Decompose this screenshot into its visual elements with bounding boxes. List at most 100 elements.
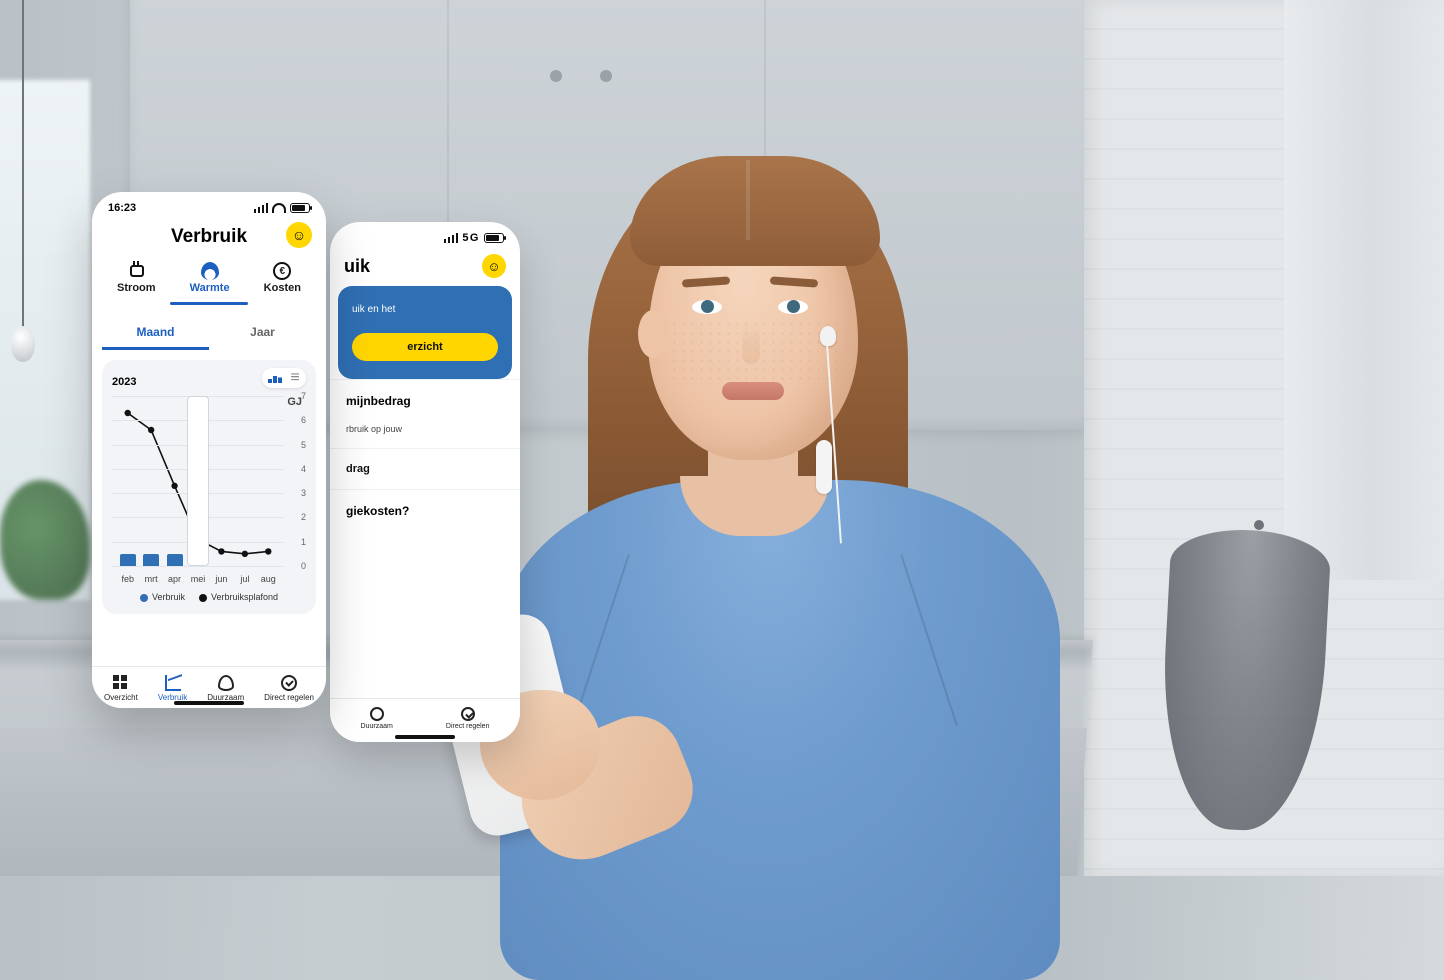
chart-view-list-option[interactable]: ≡ — [286, 369, 304, 387]
usage-chart[interactable]: 01234567febmrtaprmeijunjulaug — [112, 396, 306, 582]
line-point[interactable] — [218, 548, 224, 554]
bar-chart-icon — [268, 373, 282, 383]
person — [520, 130, 1040, 890]
nav-item-direct-regelen[interactable]: Direct regelen — [446, 707, 490, 730]
status-bar: 16:23 — [92, 192, 326, 224]
check-circle-icon — [461, 707, 475, 721]
legend-usage: Verbruik — [140, 592, 185, 602]
leaf-icon — [218, 675, 234, 691]
phone-mockups: 5G uik ☺ uik en het erzicht mijnbedrag r… — [92, 192, 452, 752]
plug-icon — [127, 262, 145, 280]
cabinet-handle — [600, 70, 612, 82]
nav-item-duurzaam[interactable]: Duurzaam — [361, 707, 393, 730]
promo-card: uik en het erzicht — [338, 286, 512, 379]
y-tick: 0 — [301, 561, 306, 571]
tab-kosten[interactable]: € Kosten — [258, 258, 307, 298]
line-point[interactable] — [265, 548, 271, 554]
lips — [722, 382, 784, 400]
legend-dot-icon — [140, 594, 148, 602]
eye — [692, 300, 722, 314]
eye — [778, 300, 808, 314]
usage-bar[interactable] — [120, 554, 136, 566]
status-time: 16:23 — [108, 202, 136, 214]
grid-icon — [113, 675, 129, 691]
line-point[interactable] — [125, 410, 131, 416]
cabinet-handle — [550, 70, 562, 82]
profile-avatar[interactable]: ☺ — [286, 222, 312, 248]
tab-stroom[interactable]: Stroom — [111, 258, 162, 298]
y-tick: 3 — [301, 488, 306, 498]
flame-icon — [201, 262, 219, 280]
section-heading: mijnbedrag — [330, 379, 520, 422]
page-title: Verbruik — [171, 226, 247, 248]
phone-mockup-back: 5G uik ☺ uik en het erzicht mijnbedrag r… — [330, 222, 520, 742]
section-subtext: rbruik op jouw — [330, 422, 520, 448]
x-tick: aug — [256, 574, 280, 584]
y-tick: 5 — [301, 440, 306, 450]
nav-item-direct-regelen[interactable]: Direct regelen — [264, 675, 314, 702]
earbud-controller — [816, 440, 832, 494]
profile-avatar[interactable]: ☺ — [482, 254, 506, 278]
chart-card: ≡ 2023 GJ 01234567febmrtaprmeijunjulaug … — [102, 360, 316, 614]
selected-month-highlight — [187, 396, 209, 566]
usage-bar[interactable] — [143, 554, 159, 566]
nav-item-duurzaam[interactable]: Duurzaam — [207, 675, 244, 702]
tab-underline — [170, 302, 247, 305]
chart-line-layer — [112, 396, 306, 582]
nose — [742, 318, 760, 364]
battery-icon — [290, 203, 310, 213]
status-bar: 5G — [330, 222, 520, 254]
promo-text: uik en het — [352, 304, 498, 315]
line-point[interactable] — [242, 551, 248, 557]
nav-item-overzicht[interactable]: Overzicht — [104, 675, 138, 702]
line-point[interactable] — [148, 427, 154, 433]
curtain — [1284, 0, 1444, 580]
subtab-maand[interactable]: Maand — [102, 317, 209, 350]
earbud — [820, 326, 836, 346]
x-tick: mei — [186, 574, 210, 584]
x-tick: jul — [233, 574, 257, 584]
category-tabs: Stroom Warmte € Kosten — [92, 258, 326, 302]
hair-part — [746, 160, 750, 240]
cell-signal-icon — [444, 233, 458, 243]
wifi-icon — [272, 203, 286, 213]
trend-icon — [165, 675, 181, 691]
home-indicator — [174, 701, 244, 705]
promo-cta-button[interactable]: erzicht — [352, 333, 498, 361]
usage-bar[interactable] — [167, 554, 183, 566]
phone-mockup-front: 16:23 Verbruik ☺ Stroom Warmte € Kosten — [92, 192, 326, 708]
legend-dot-icon — [199, 594, 207, 602]
ear — [638, 310, 668, 358]
hair-fringe — [630, 156, 880, 266]
leaf-icon — [370, 707, 384, 721]
chart-legend: Verbruik Verbruiksplafond — [112, 592, 306, 602]
y-tick: 4 — [301, 464, 306, 474]
x-tick: jun — [209, 574, 233, 584]
y-tick: 2 — [301, 512, 306, 522]
battery-icon — [484, 233, 504, 243]
y-tick: 1 — [301, 537, 306, 547]
pendant-lamp-bulb — [11, 326, 35, 362]
y-tick: 6 — [301, 415, 306, 425]
network-label: 5G — [462, 232, 480, 244]
page-title: uik — [344, 256, 370, 277]
towel-hook — [1254, 520, 1264, 530]
period-tabs: Maand Jaar — [102, 317, 316, 350]
section-link[interactable]: drag — [330, 448, 520, 489]
chart-view-toggle[interactable]: ≡ — [262, 368, 306, 388]
nav-item-verbruik[interactable]: Verbruik — [158, 675, 187, 702]
legend-cap: Verbruiksplafond — [199, 592, 278, 602]
chart-view-bars-option[interactable] — [264, 370, 286, 386]
y-tick: 7 — [301, 391, 306, 401]
home-indicator — [395, 735, 455, 739]
x-tick: feb — [116, 574, 140, 584]
x-tick: mrt — [139, 574, 163, 584]
cell-signal-icon — [254, 203, 268, 213]
line-point[interactable] — [171, 483, 177, 489]
tab-warmte[interactable]: Warmte — [184, 258, 236, 298]
pendant-lamp-cord — [22, 0, 24, 330]
footer-question: giekosten? — [330, 489, 520, 532]
check-circle-icon — [281, 675, 297, 691]
status-time — [346, 232, 349, 244]
subtab-jaar[interactable]: Jaar — [209, 317, 316, 350]
